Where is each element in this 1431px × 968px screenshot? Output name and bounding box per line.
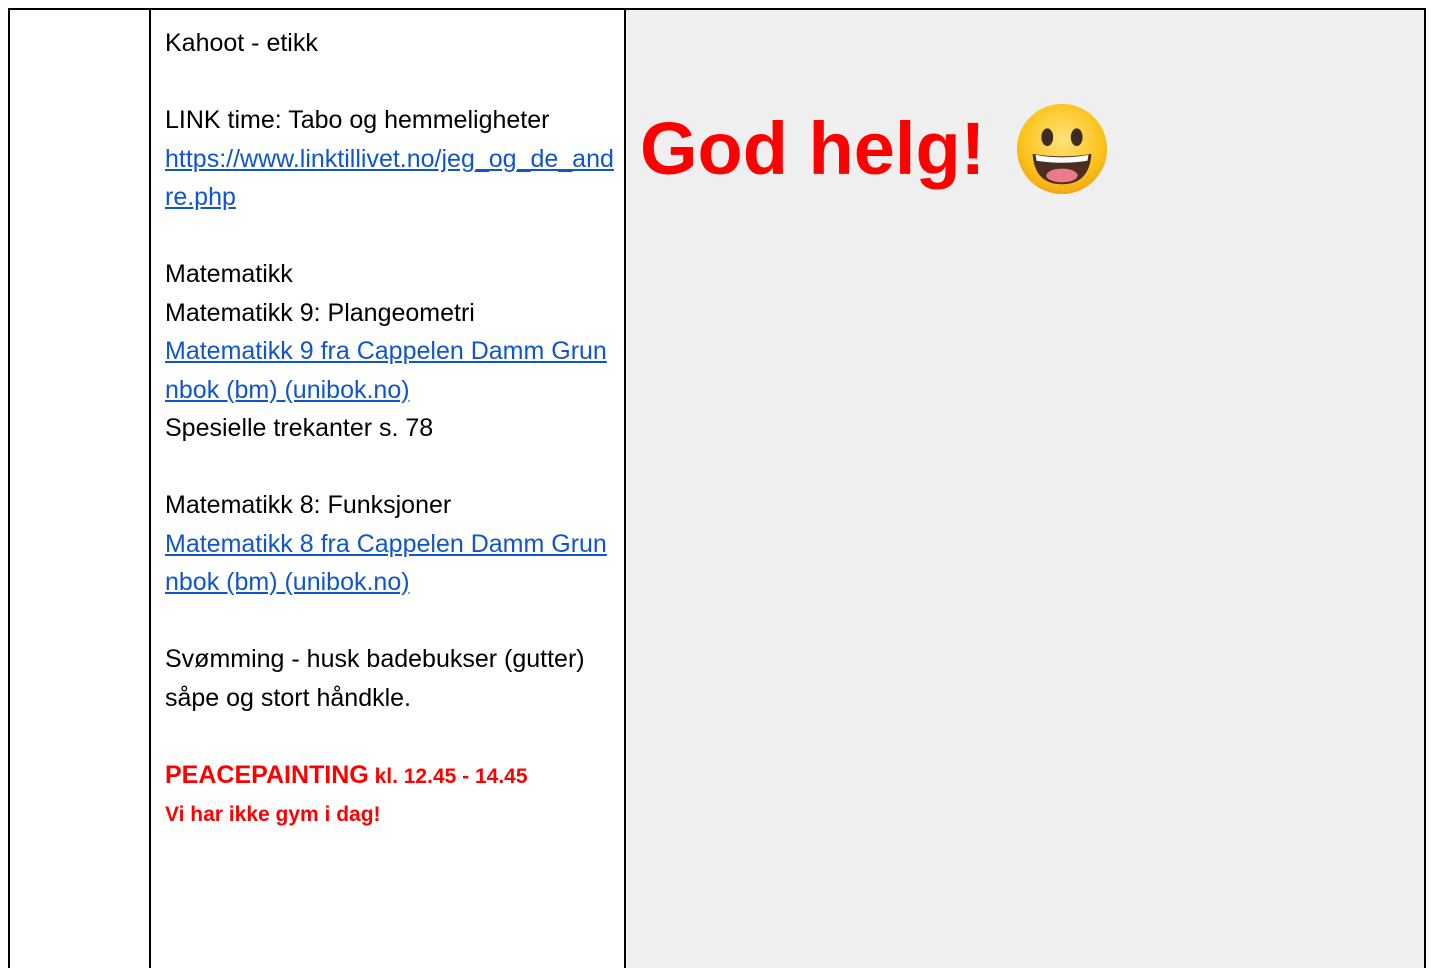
peacepainting-title: PEACEPAINTING — [165, 760, 369, 789]
peacepainting-line: PEACEPAINTING kl. 12.45 - 14.45 — [165, 756, 614, 797]
activity-cell: Kahoot - etikk LINK time: Tabo og hemmel… — [149, 10, 624, 968]
math-heading: Matematikk — [165, 260, 293, 288]
schedule-table: Kahoot - etikk LINK time: Tabo og hemmel… — [8, 8, 1426, 968]
day-column-cell — [8, 10, 149, 968]
link-time-line: LINK time: Tabo og hemmeligheter — [165, 106, 550, 134]
triangles-line: Spesielle trekanter s. 78 — [165, 414, 434, 442]
peacepainting-time: kl. 12.45 - 14.45 — [368, 764, 528, 788]
math8-line: Matematikk 8: Funksjoner — [165, 491, 452, 519]
greeting-cell: God helg! — [624, 10, 1426, 968]
kahoot-line: Kahoot - etikk — [165, 29, 318, 57]
swimming-line: Svømming - husk badebukser (gutter) såpe… — [165, 645, 585, 712]
grinning-face-icon — [1013, 100, 1111, 198]
math9-line: Matematikk 9: Plangeometri — [165, 298, 475, 327]
no-gym-line: Vi har ikke gym i dag! — [165, 803, 381, 826]
link-til-livet-link[interactable]: https://www.linktillivet.no/jeg_og_de_an… — [165, 145, 614, 212]
greeting-text: God helg! — [640, 106, 986, 190]
greeting: God helg! — [640, 100, 1424, 198]
math9-book-link[interactable]: Matematikk 9 fra Cappelen Damm Grunnbok … — [165, 337, 607, 404]
math8-book-link[interactable]: Matematikk 8 fra Cappelen Damm Grunnbok … — [165, 530, 607, 597]
